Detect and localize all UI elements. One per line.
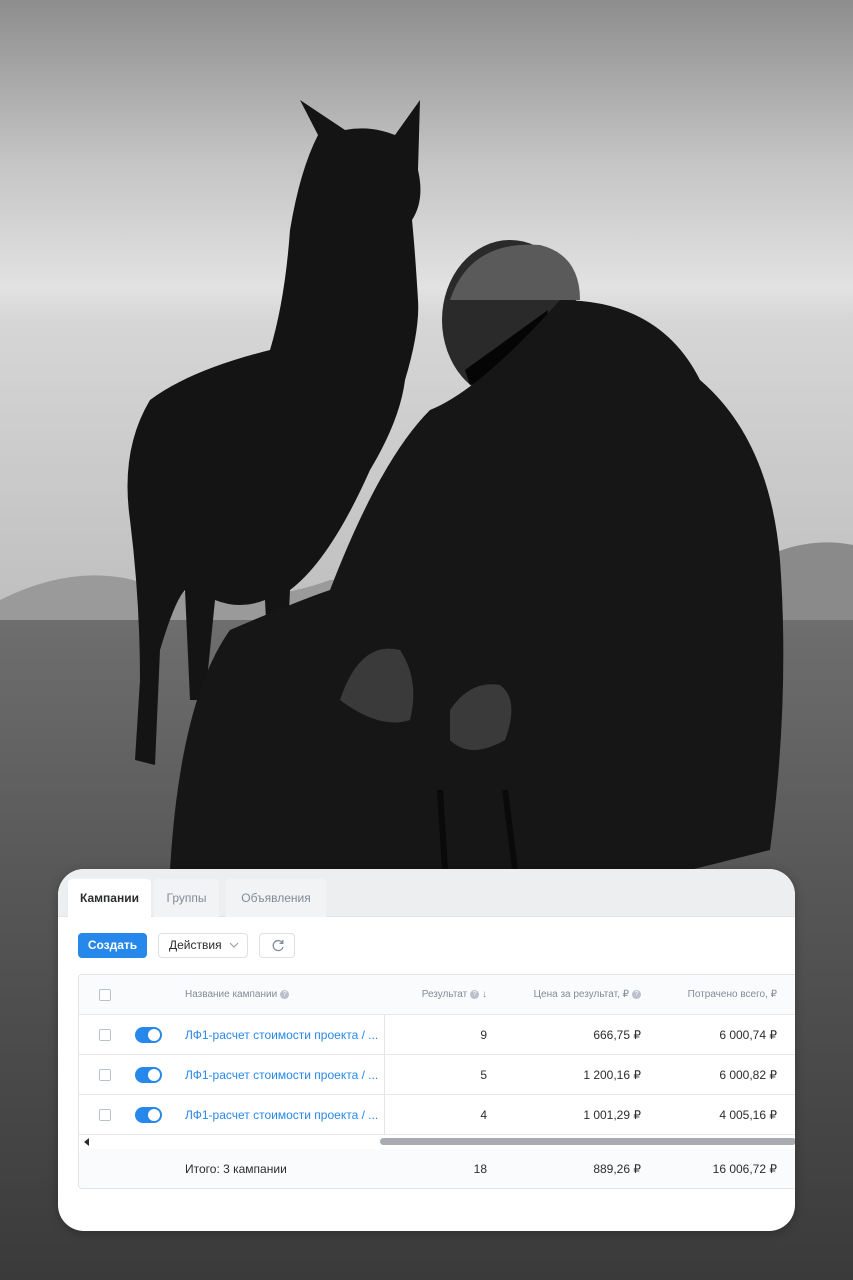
campaign-toggle[interactable] bbox=[135, 1027, 162, 1043]
campaign-toggle[interactable] bbox=[135, 1067, 162, 1083]
price-value: 1 200,16 ₽ bbox=[583, 1068, 641, 1082]
table-row: ЛФ1-расчет стоимости проекта / ... 9 666… bbox=[79, 1015, 795, 1055]
price-value: 1 001,29 ₽ bbox=[583, 1108, 641, 1122]
scroll-left-icon[interactable] bbox=[84, 1138, 89, 1146]
select-all-cell bbox=[99, 975, 113, 1015]
create-button[interactable]: Создать bbox=[78, 933, 147, 958]
spent-value: 6 000,82 ₽ bbox=[719, 1068, 777, 1082]
info-icon[interactable]: ? bbox=[280, 989, 290, 999]
column-header-price[interactable]: Цена за результат, ₽? bbox=[499, 975, 641, 1015]
total-label: Итого: 3 кампании bbox=[185, 1162, 287, 1176]
total-result: 18 bbox=[473, 1162, 487, 1176]
toolbar: Создать Действия bbox=[58, 917, 795, 973]
toggle-cell bbox=[135, 1015, 163, 1055]
table-total-row: Итого: 3 кампании 18 889,26 ₽ 16 006,72 … bbox=[79, 1149, 795, 1188]
tab-groups[interactable]: Группы bbox=[154, 879, 219, 917]
column-header-result[interactable]: Результат? ↓ bbox=[389, 975, 487, 1015]
sort-desc-icon[interactable]: ↓ bbox=[482, 989, 487, 1000]
actions-label: Действия bbox=[169, 938, 222, 952]
row-checkbox[interactable] bbox=[99, 1029, 111, 1041]
result-value: 5 bbox=[480, 1068, 487, 1082]
campaign-name-link[interactable]: ЛФ1-расчет стоимости проекта / ... bbox=[185, 1015, 385, 1055]
row-checkbox[interactable] bbox=[99, 1069, 111, 1081]
table-row: ЛФ1-расчет стоимости проекта / ... 5 1 2… bbox=[79, 1055, 795, 1095]
result-value: 4 bbox=[480, 1108, 487, 1122]
tab-campaigns[interactable]: Кампании bbox=[68, 879, 151, 918]
tab-ads[interactable]: Объявления bbox=[226, 879, 326, 917]
spent-value: 4 005,16 ₽ bbox=[719, 1108, 777, 1122]
tabs-bar: Кампании Группы Объявления bbox=[58, 869, 795, 918]
spent-value: 6 000,74 ₽ bbox=[719, 1028, 777, 1042]
toggle-cell bbox=[135, 1095, 163, 1135]
total-spent: 16 006,72 ₽ bbox=[712, 1162, 777, 1176]
scroll-thumb[interactable] bbox=[380, 1138, 795, 1145]
column-header-name[interactable]: Название кампании? bbox=[185, 975, 385, 1015]
column-header-spent[interactable]: Потрачено всего, ₽ bbox=[659, 975, 777, 1015]
price-value: 666,75 ₽ bbox=[593, 1028, 641, 1042]
campaign-toggle[interactable] bbox=[135, 1107, 162, 1123]
select-all-checkbox[interactable] bbox=[99, 989, 111, 1001]
table-header: Название кампании? Результат? ↓ Цена за … bbox=[79, 975, 795, 1015]
result-value: 9 bbox=[480, 1028, 487, 1042]
campaign-name-link[interactable]: ЛФ1-расчет стоимости проекта / ... bbox=[185, 1095, 385, 1135]
campaigns-table: Название кампании? Результат? ↓ Цена за … bbox=[78, 974, 795, 1189]
refresh-button[interactable] bbox=[259, 933, 295, 958]
toggle-cell bbox=[135, 1055, 163, 1095]
row-checkbox[interactable] bbox=[99, 1109, 111, 1121]
chevron-down-icon bbox=[229, 942, 239, 948]
info-icon[interactable]: ? bbox=[470, 989, 480, 999]
row-select-cell bbox=[99, 1095, 113, 1135]
row-select-cell bbox=[99, 1055, 113, 1095]
info-icon[interactable]: ? bbox=[632, 989, 641, 999]
row-select-cell bbox=[99, 1015, 113, 1055]
refresh-icon bbox=[272, 939, 284, 952]
actions-dropdown[interactable]: Действия bbox=[158, 933, 248, 958]
campaigns-panel: Кампании Группы Объявления Создать Дейст… bbox=[58, 869, 795, 1231]
campaign-name-link[interactable]: ЛФ1-расчет стоимости проекта / ... bbox=[185, 1055, 385, 1095]
table-row: ЛФ1-расчет стоимости проекта / ... 4 1 0… bbox=[79, 1095, 795, 1135]
horizontal-scrollbar[interactable] bbox=[79, 1135, 795, 1149]
total-price: 889,26 ₽ bbox=[593, 1162, 641, 1176]
